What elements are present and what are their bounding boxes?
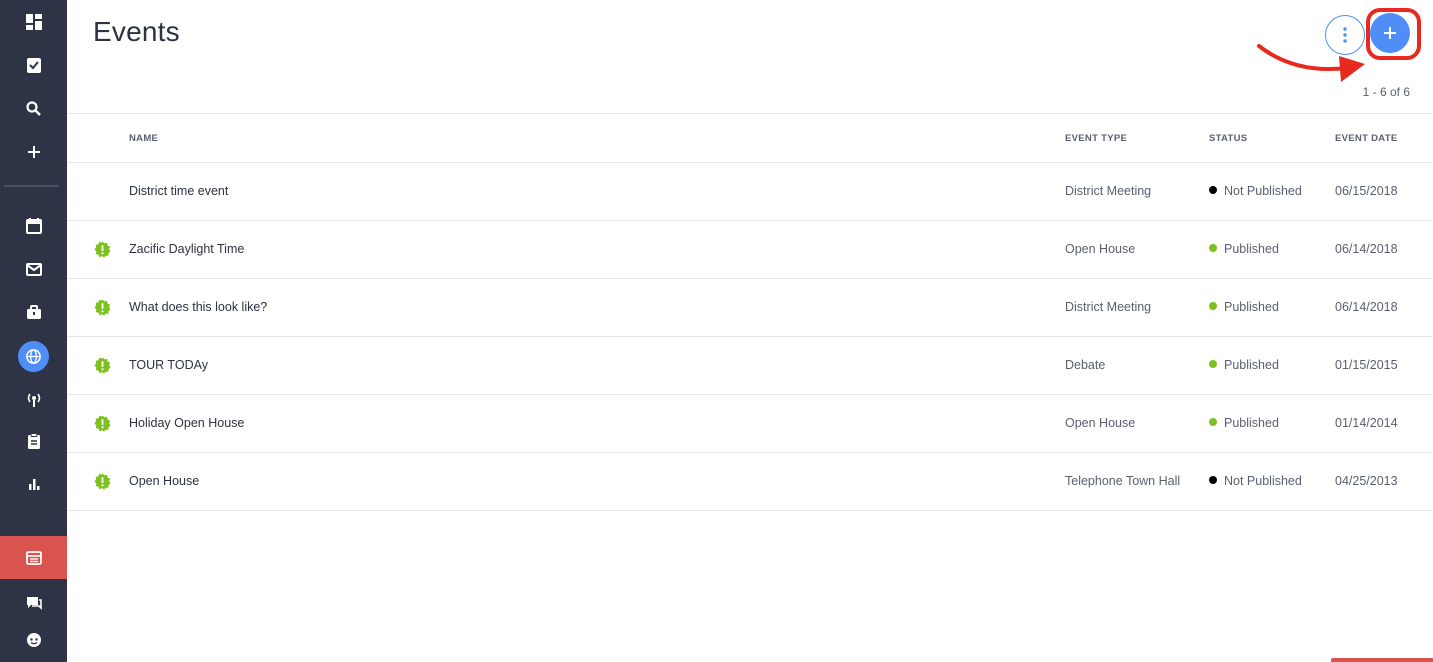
results-count: 1 - 6 of 6: [1362, 85, 1410, 99]
warning-badge-icon: [94, 241, 111, 258]
sidebar-divider: [4, 185, 59, 187]
active-indicator: [18, 340, 49, 372]
sidebar-item-add[interactable]: [0, 132, 67, 172]
column-header-event-type[interactable]: EVENT TYPE: [1065, 133, 1127, 144]
globe-icon: [26, 348, 41, 364]
status-dot: [1209, 418, 1217, 426]
plus-icon: [1384, 27, 1396, 39]
table-body: District time event District Meeting Not P…: [67, 163, 1433, 511]
warning-badge-icon: [94, 299, 111, 316]
clipboard-icon: [27, 433, 40, 449]
event-status: Published: [1209, 358, 1279, 372]
bar-chart-icon: [28, 479, 39, 490]
column-header-event-date[interactable]: EVENT DATE: [1335, 133, 1397, 144]
status-label: Published: [1224, 358, 1279, 372]
event-status: Published: [1209, 242, 1279, 256]
status-dot: [1209, 186, 1217, 194]
status-dot: [1209, 302, 1217, 310]
sidebar-item-chat[interactable]: [0, 583, 67, 623]
sidebar-item-search[interactable]: [0, 89, 67, 129]
add-event-button[interactable]: [1370, 13, 1410, 53]
event-type: District Meeting: [1065, 184, 1152, 198]
status-dot: [1209, 476, 1217, 484]
event-date: 06/15/2018: [1335, 184, 1398, 198]
sidebar-item-clipboard[interactable]: [0, 421, 67, 461]
status-label: Published: [1224, 416, 1279, 430]
newspaper-icon: [25, 550, 42, 565]
event-type: Debate: [1065, 358, 1106, 372]
event-date: 04/25/2013: [1335, 474, 1398, 488]
status-label: Not Published: [1224, 474, 1302, 488]
broadcast-icon: [27, 393, 40, 407]
sidebar-item-broadcast[interactable]: [0, 380, 67, 420]
event-date: 06/14/2018: [1335, 242, 1398, 256]
table-row[interactable]: Zacific Daylight Time Open House Published…: [67, 221, 1433, 279]
status-label: Published: [1224, 300, 1279, 314]
annotation-arrow: [1257, 44, 1365, 82]
sidebar-item-tasks[interactable]: [0, 45, 67, 85]
event-date: 01/14/2014: [1335, 416, 1398, 430]
sidebar-item-dashboard[interactable]: [0, 2, 67, 42]
briefcase-icon: [26, 305, 41, 319]
search-icon: [25, 101, 41, 116]
mail-icon: [25, 263, 42, 276]
event-date: 01/15/2015: [1335, 358, 1398, 372]
events-table: NAME EVENT TYPE STATUS EVENT DATE Distri…: [67, 113, 1433, 511]
column-header-status[interactable]: STATUS: [1209, 133, 1247, 144]
dashboard-icon: [25, 14, 42, 30]
sidebar-item-globe[interactable]: [0, 336, 67, 376]
warning-badge-icon: [94, 473, 111, 490]
table-row[interactable]: What does this look like? District Meetin…: [67, 279, 1433, 337]
event-type: Open House: [1065, 416, 1136, 430]
event-name[interactable]: What does this look like?: [129, 300, 267, 314]
event-name[interactable]: Zacific Daylight Time: [129, 242, 244, 256]
column-header-name[interactable]: NAME: [129, 133, 158, 144]
event-status: Not Published: [1209, 184, 1302, 198]
event-type: Telephone Town Hall: [1065, 474, 1181, 488]
sidebar-item-calendar[interactable]: [0, 206, 67, 246]
event-type: District Meeting: [1065, 300, 1152, 314]
table-header: NAME EVENT TYPE STATUS EVENT DATE: [67, 113, 1433, 163]
event-type: Open House: [1065, 242, 1136, 256]
event-name[interactable]: Open House: [129, 474, 199, 488]
main-content: Events 1 - 6 of 6 NAME EVENT TYPE STATUS…: [67, 0, 1433, 662]
bottom-red-tab[interactable]: [1331, 658, 1433, 662]
event-name[interactable]: Holiday Open House: [129, 416, 244, 430]
chat-icon: [26, 597, 42, 610]
page-title: Events: [93, 16, 180, 47]
status-dot: [1209, 244, 1217, 252]
sidebar: [0, 0, 67, 662]
warning-badge-icon: [94, 357, 111, 374]
status-dot: [1209, 360, 1217, 368]
table-row[interactable]: District time event District Meeting Not P…: [67, 163, 1433, 221]
status-label: Not Published: [1224, 184, 1302, 198]
event-status: Published: [1209, 416, 1279, 430]
plus-icon: [27, 146, 40, 158]
sidebar-item-reports[interactable]: [0, 464, 67, 504]
event-status: Published: [1209, 300, 1279, 314]
sidebar-item-briefcase[interactable]: [0, 292, 67, 332]
calendar-icon: [25, 218, 42, 234]
warning-badge-icon: [94, 415, 111, 432]
status-label: Published: [1224, 242, 1279, 256]
event-name[interactable]: TOUR TODAy: [129, 358, 208, 372]
sidebar-item-support[interactable]: [0, 620, 67, 660]
event-status: Not Published: [1209, 474, 1302, 488]
clipboard-check-icon: [26, 58, 41, 73]
table-row[interactable]: TOUR TODAy Debate Published 01/15/2015: [67, 337, 1433, 395]
table-row[interactable]: Holiday Open House Open House Published 01/…: [67, 395, 1433, 453]
sidebar-item-news[interactable]: [0, 536, 67, 579]
event-date: 06/14/2018: [1335, 300, 1398, 314]
event-name[interactable]: District time event: [129, 184, 228, 198]
table-row[interactable]: Open House Telephone Town Hall Not Publish…: [67, 453, 1433, 511]
sidebar-item-mail[interactable]: [0, 249, 67, 289]
support-icon: [26, 633, 41, 647]
